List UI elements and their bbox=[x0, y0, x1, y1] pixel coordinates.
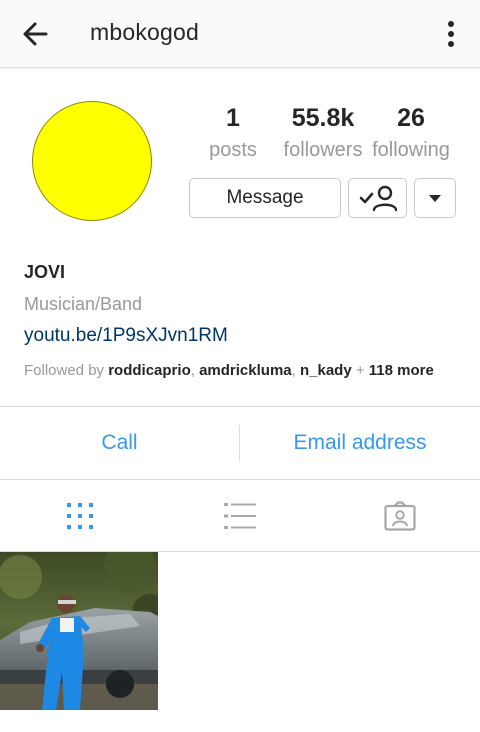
tab-grid[interactable] bbox=[0, 480, 160, 551]
followed-by-prefix: Followed by bbox=[24, 362, 105, 379]
profile-link[interactable]: youtu.be/1P9sXJvn1RM bbox=[24, 325, 228, 347]
profile-username: mbokogod bbox=[90, 19, 200, 45]
posts-count: 1 bbox=[226, 104, 240, 132]
following-label: following bbox=[372, 139, 450, 161]
email-address-button[interactable]: Email address bbox=[240, 407, 480, 479]
suggestions-dropdown-button[interactable] bbox=[414, 178, 456, 218]
following-check-icon bbox=[359, 185, 398, 212]
followers-count: 55.8k bbox=[291, 104, 355, 132]
message-button[interactable]: Message bbox=[189, 178, 341, 218]
following-count: 26 bbox=[397, 104, 425, 132]
tab-tagged[interactable] bbox=[320, 480, 480, 551]
followed-by-more[interactable]: 118 more bbox=[369, 362, 434, 379]
post-photo-image bbox=[0, 552, 158, 710]
following-stat[interactable]: 26 following bbox=[367, 103, 455, 163]
profile-category: Musician/Band bbox=[24, 294, 143, 314]
list-icon bbox=[224, 502, 256, 529]
call-button[interactable]: Call bbox=[0, 407, 239, 479]
followers-stat[interactable]: 55.8k followers bbox=[278, 103, 368, 163]
grid-icon bbox=[67, 502, 93, 529]
followers-label: followers bbox=[283, 139, 363, 161]
followed-by-user[interactable]: n_kady bbox=[300, 362, 352, 379]
avatar[interactable] bbox=[32, 101, 152, 221]
following-button[interactable] bbox=[348, 178, 407, 218]
followed-by-line[interactable]: Followed by roddicaprio, amdrickluma, n_… bbox=[24, 362, 434, 379]
followed-by-user[interactable]: roddicaprio bbox=[108, 362, 191, 379]
posts-label: posts bbox=[209, 139, 257, 161]
back-arrow-icon[interactable] bbox=[18, 16, 54, 52]
followed-by-user[interactable]: amdrickluma bbox=[199, 362, 292, 379]
tagged-icon bbox=[384, 500, 416, 531]
profile-name: JOVI bbox=[24, 262, 66, 282]
tab-list[interactable] bbox=[160, 480, 320, 551]
top-bar: mbokogod bbox=[0, 0, 480, 68]
followed-by-plus: + bbox=[355, 362, 365, 379]
caret-down-icon bbox=[429, 195, 441, 202]
post-thumbnail[interactable] bbox=[0, 552, 158, 710]
posts-stat[interactable]: 1 posts bbox=[203, 103, 263, 163]
more-options-icon[interactable] bbox=[436, 16, 466, 52]
